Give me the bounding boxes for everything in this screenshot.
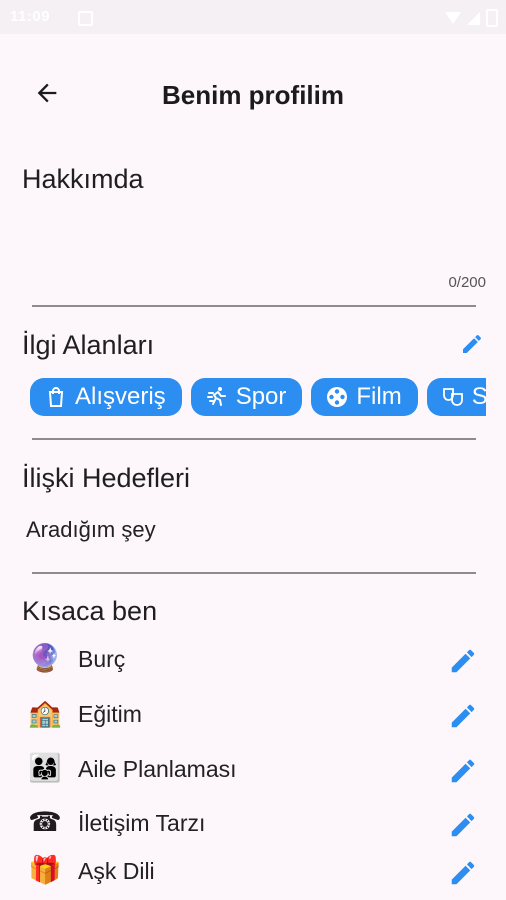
edit-family-planning-button[interactable]	[446, 754, 480, 788]
list-item-communication-style[interactable]: ☎ İletişim Tarzı	[0, 798, 506, 852]
list-item-label: İletişim Tarzı	[78, 810, 206, 836]
edit-communication-style-button[interactable]	[446, 808, 480, 842]
edit-interests-button[interactable]	[458, 330, 486, 358]
about-input[interactable]	[26, 205, 486, 300]
signal-icon	[467, 11, 480, 25]
about-heading: Hakkımda	[22, 164, 144, 194]
theater-masks-icon	[442, 388, 463, 406]
about-char-counter: 0/200	[448, 274, 486, 291]
chip-sports[interactable]: Spor	[190, 378, 303, 416]
chip-label: So	[471, 383, 486, 410]
status-bar: 11:09	[0, 0, 506, 34]
crystal-ball-icon: 🔮	[28, 643, 62, 674]
relationship-divider	[32, 572, 476, 574]
chip-shopping[interactable]: Alışveriş	[30, 378, 182, 416]
relationship-goals-value[interactable]: Aradığım şey	[26, 517, 156, 543]
list-item-label: Aşk Dili	[78, 858, 155, 884]
pencil-icon	[451, 813, 475, 837]
chip-label: Film	[356, 383, 402, 410]
shopping-bag-icon	[48, 387, 64, 407]
film-reel-icon	[327, 387, 348, 407]
chip-theater[interactable]: So	[426, 378, 486, 416]
list-item-label: Aile Planlaması	[78, 756, 237, 782]
list-item-label: Burç	[78, 646, 126, 672]
list-item-zodiac[interactable]: 🔮 Burç	[0, 634, 506, 688]
edit-education-button[interactable]	[446, 699, 480, 733]
wifi-icon	[445, 12, 461, 24]
family-icon: 👨‍👩‍👧	[28, 753, 62, 784]
status-icons	[445, 9, 498, 27]
interests-divider	[32, 438, 476, 440]
interest-chips: Alışveriş Spor Film So	[30, 378, 486, 416]
list-item-love-language[interactable]: 🎁 Aşk Dili	[0, 846, 506, 900]
edit-love-language-button[interactable]	[446, 856, 480, 890]
pencil-icon	[463, 334, 481, 353]
about-divider	[32, 305, 476, 307]
battery-icon	[486, 9, 498, 27]
about-me-heading: Kısaca ben	[22, 596, 158, 626]
edit-zodiac-button[interactable]	[446, 644, 480, 678]
app-bar: Benim profilim	[0, 58, 506, 134]
pencil-icon	[451, 649, 475, 673]
telephone-icon: ☎	[28, 807, 62, 838]
relationship-goals-heading: İlişki Hedefleri	[22, 463, 191, 493]
list-item-education[interactable]: 🏫 Eğitim	[0, 689, 506, 743]
chip-label: Spor	[235, 383, 287, 410]
list-item-family-planning[interactable]: 👨‍👩‍👧 Aile Planlaması	[0, 744, 506, 798]
interests-heading: İlgi Alanları	[22, 330, 155, 360]
status-time: 11:09	[10, 8, 51, 25]
pencil-icon	[451, 759, 475, 783]
pencil-icon	[451, 704, 475, 728]
chip-label: Alışveriş	[75, 383, 166, 410]
notification-icon	[78, 11, 93, 26]
school-icon: 🏫	[28, 698, 62, 729]
chip-film[interactable]: Film	[311, 378, 418, 416]
list-item-label: Eğitim	[78, 701, 142, 727]
pencil-icon	[451, 861, 475, 885]
page-title: Benim profilim	[161, 80, 344, 110]
gift-icon: 🎁	[28, 855, 62, 886]
running-icon	[206, 387, 226, 406]
